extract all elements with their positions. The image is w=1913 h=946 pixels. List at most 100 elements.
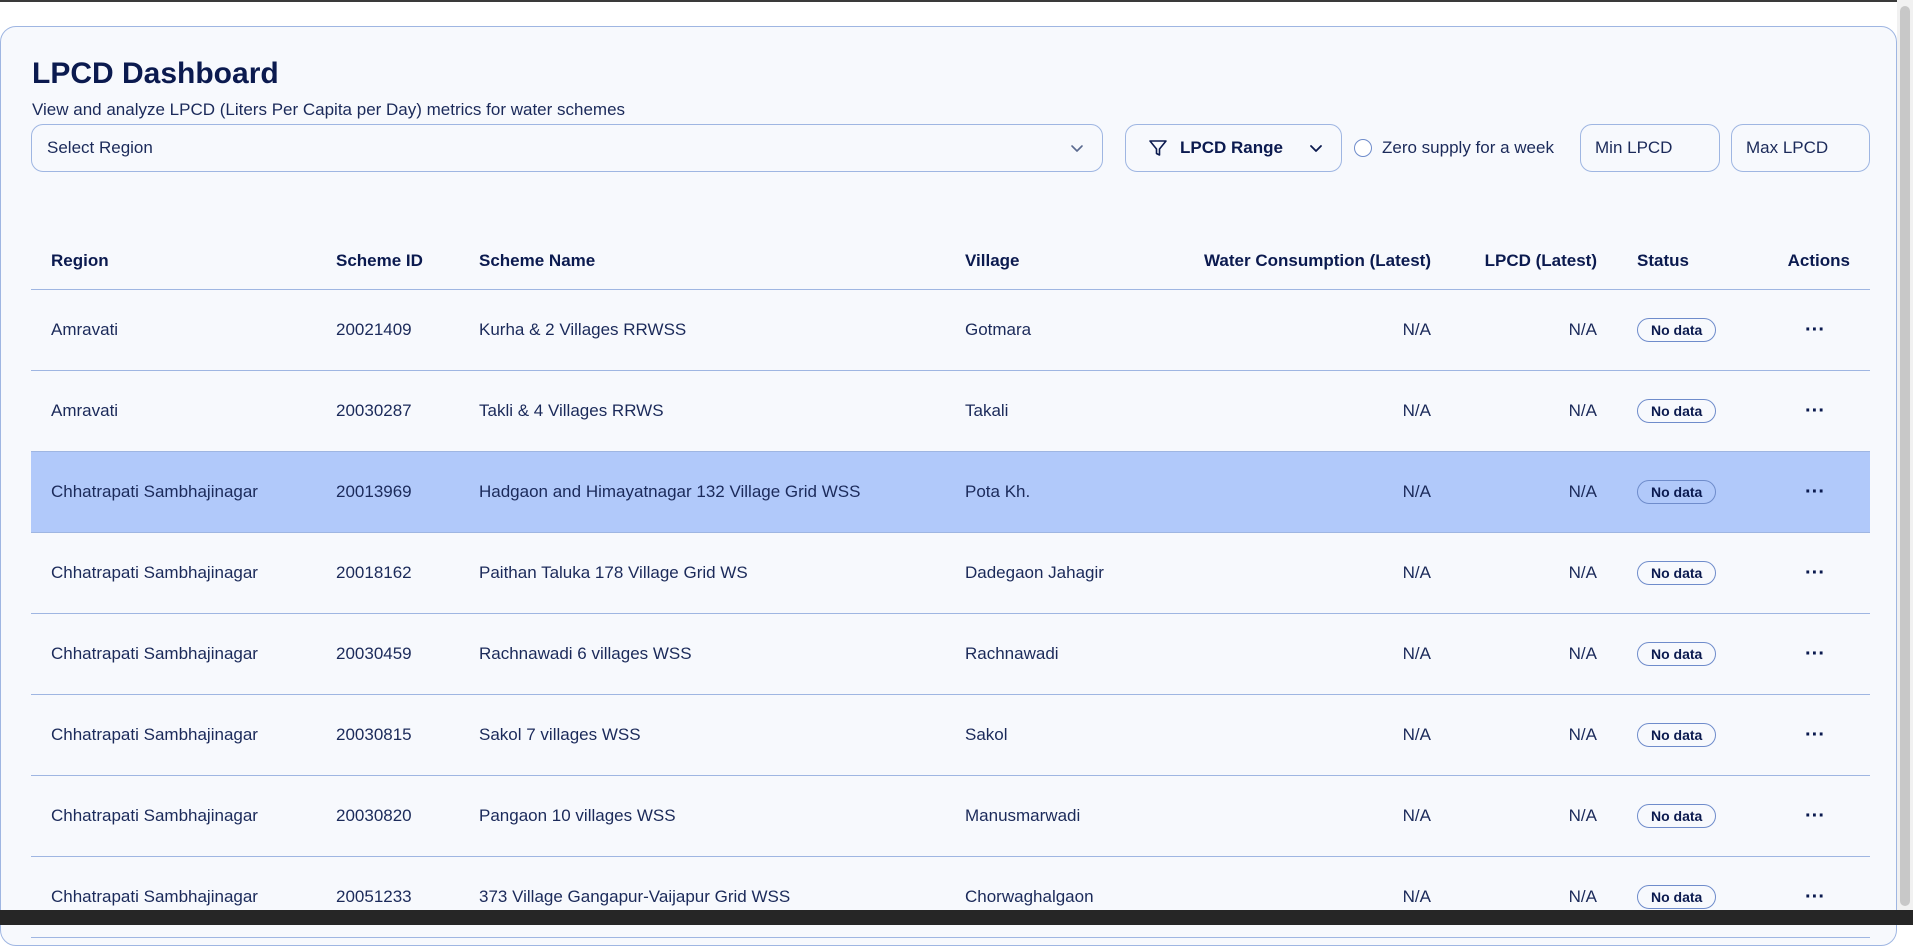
column-header-scheme-name[interactable]: Scheme Name (479, 232, 595, 289)
status-badge: No data (1637, 480, 1717, 504)
cell-scheme-id: 20030459 (336, 644, 412, 663)
cell-lpcd: N/A (1568, 401, 1597, 420)
cell-scheme-id: 20030820 (336, 806, 412, 825)
chevron-down-icon (1310, 145, 1322, 152)
cell-scheme-name: Paithan Taluka 178 Village Grid WS (479, 563, 748, 582)
cell-lpcd: N/A (1568, 482, 1597, 501)
cell-actions: ··· (1791, 371, 1839, 451)
cell-actions: ··· (1791, 533, 1839, 613)
more-horizontal-icon[interactable]: ··· (1805, 806, 1825, 826)
cell-region: Chhatrapati Sambhajinagar (51, 725, 258, 744)
page-scrollbar[interactable] (1897, 0, 1913, 925)
table-row[interactable]: Chhatrapati Sambhajinagar 20030820 Panga… (31, 776, 1870, 857)
cell-actions: ··· (1791, 290, 1839, 370)
cell-scheme-id: 20030287 (336, 401, 412, 420)
cell-region: Chhatrapati Sambhajinagar (51, 482, 258, 501)
cell-lpcd: N/A (1568, 806, 1597, 825)
column-header-status[interactable]: Status (1637, 232, 1689, 289)
table-row[interactable]: Chhatrapati Sambhajinagar 20018162 Paith… (31, 533, 1870, 614)
more-horizontal-icon[interactable]: ··· (1805, 887, 1825, 907)
cell-status: No data (1637, 533, 1717, 613)
cell-status: No data (1637, 371, 1717, 451)
cell-actions: ··· (1791, 857, 1839, 937)
schemes-table: Region Scheme ID Scheme Name Village Wat… (31, 232, 1870, 938)
column-header-region[interactable]: Region (51, 232, 109, 289)
cell-village: Pota Kh. (965, 482, 1031, 501)
cell-scheme-id: 20051233 (336, 887, 412, 906)
cell-scheme-id: 20013969 (336, 482, 412, 501)
cell-scheme-name: Takli & 4 Villages RRWS (479, 401, 664, 420)
status-badge: No data (1637, 399, 1717, 423)
cell-region: Chhatrapati Sambhajinagar (51, 644, 258, 663)
zero-supply-radio[interactable] (1354, 139, 1372, 157)
cell-actions: ··· (1791, 614, 1839, 694)
more-horizontal-icon[interactable]: ··· (1805, 401, 1825, 421)
cell-region: Amravati (51, 401, 119, 420)
cell-water-consumption: N/A (1402, 482, 1431, 501)
cell-scheme-name: Hadgaon and Himayatnagar 132 Village Gri… (479, 482, 861, 501)
cell-status: No data (1637, 290, 1717, 370)
cell-water-consumption: N/A (1402, 806, 1431, 825)
cell-water-consumption: N/A (1402, 887, 1431, 906)
table-row[interactable]: Amravati 20030287 Takli & 4 Villages RRW… (31, 371, 1870, 452)
more-horizontal-icon[interactable]: ··· (1805, 563, 1825, 583)
scrollbar-thumb[interactable] (1900, 6, 1910, 906)
status-badge: No data (1637, 642, 1717, 666)
cell-status: No data (1637, 695, 1717, 775)
cell-water-consumption: N/A (1402, 644, 1431, 663)
min-lpcd-input[interactable] (1580, 124, 1720, 172)
more-horizontal-icon[interactable]: ··· (1805, 482, 1825, 502)
table-row[interactable]: Chhatrapati Sambhajinagar 20030459 Rachn… (31, 614, 1870, 695)
cell-status: No data (1637, 776, 1717, 856)
cell-scheme-name: Kurha & 2 Villages RRWSS (479, 320, 687, 339)
table-row[interactable]: Chhatrapati Sambhajinagar 20030815 Sakol… (31, 695, 1870, 776)
cell-region: Chhatrapati Sambhajinagar (51, 806, 258, 825)
cell-water-consumption: N/A (1402, 401, 1431, 420)
cell-status: No data (1637, 857, 1717, 937)
cell-village: Sakol (965, 725, 1008, 744)
max-lpcd-input[interactable] (1731, 124, 1870, 172)
cell-lpcd: N/A (1568, 725, 1597, 744)
cell-scheme-id: 20018162 (336, 563, 412, 582)
more-horizontal-icon[interactable]: ··· (1805, 644, 1825, 664)
more-horizontal-icon[interactable]: ··· (1805, 725, 1825, 745)
cell-scheme-id: 20030815 (336, 725, 412, 744)
cell-village: Manusmarwadi (965, 806, 1081, 825)
cell-status: No data (1637, 452, 1717, 532)
cell-village: Takali (965, 401, 1009, 420)
cell-scheme-id: 20021409 (336, 320, 412, 339)
cell-actions: ··· (1791, 695, 1839, 775)
cell-water-consumption: N/A (1402, 563, 1431, 582)
cell-region: Amravati (51, 320, 119, 339)
cell-lpcd: N/A (1568, 320, 1597, 339)
column-header-water-consumption[interactable]: Water Consumption (Latest) (1081, 232, 1431, 289)
table-row[interactable]: Amravati 20021409 Kurha & 2 Villages RRW… (31, 290, 1870, 371)
column-header-scheme-id[interactable]: Scheme ID (336, 232, 423, 289)
page-title: LPCD Dashboard (32, 57, 279, 90)
cell-scheme-name: Sakol 7 villages WSS (479, 725, 641, 744)
cell-lpcd: N/A (1568, 887, 1597, 906)
os-taskbar (0, 910, 1913, 925)
lpcd-range-label: LPCD Range (1180, 138, 1283, 157)
lpcd-range-button[interactable]: LPCD Range (1125, 124, 1342, 172)
region-select[interactable]: Select Region (31, 124, 1103, 172)
status-badge: No data (1637, 318, 1717, 342)
cell-scheme-name: 373 Village Gangapur-Vaijapur Grid WSS (479, 887, 791, 906)
filter-icon (1149, 140, 1167, 156)
cell-scheme-name: Rachnawadi 6 villages WSS (479, 644, 692, 663)
column-header-lpcd[interactable]: LPCD (Latest) (1451, 232, 1597, 289)
cell-region: Chhatrapati Sambhajinagar (51, 887, 258, 906)
more-horizontal-icon[interactable]: ··· (1805, 320, 1825, 340)
zero-supply-option[interactable]: Zero supply for a week (1354, 124, 1554, 172)
cell-village: Rachnawadi (965, 644, 1059, 663)
table-row[interactable]: Chhatrapati Sambhajinagar 20051233 373 V… (31, 857, 1870, 938)
cell-water-consumption: N/A (1402, 320, 1431, 339)
cell-actions: ··· (1791, 776, 1839, 856)
cell-actions: ··· (1791, 452, 1839, 532)
column-header-village[interactable]: Village (965, 232, 1020, 289)
column-header-actions: Actions (1787, 250, 1850, 270)
chevron-down-icon (1071, 145, 1083, 152)
region-select-label: Select Region (47, 138, 153, 157)
cell-water-consumption: N/A (1402, 725, 1431, 744)
table-row-selected[interactable]: Chhatrapati Sambhajinagar 20013969 Hadga… (31, 452, 1870, 533)
